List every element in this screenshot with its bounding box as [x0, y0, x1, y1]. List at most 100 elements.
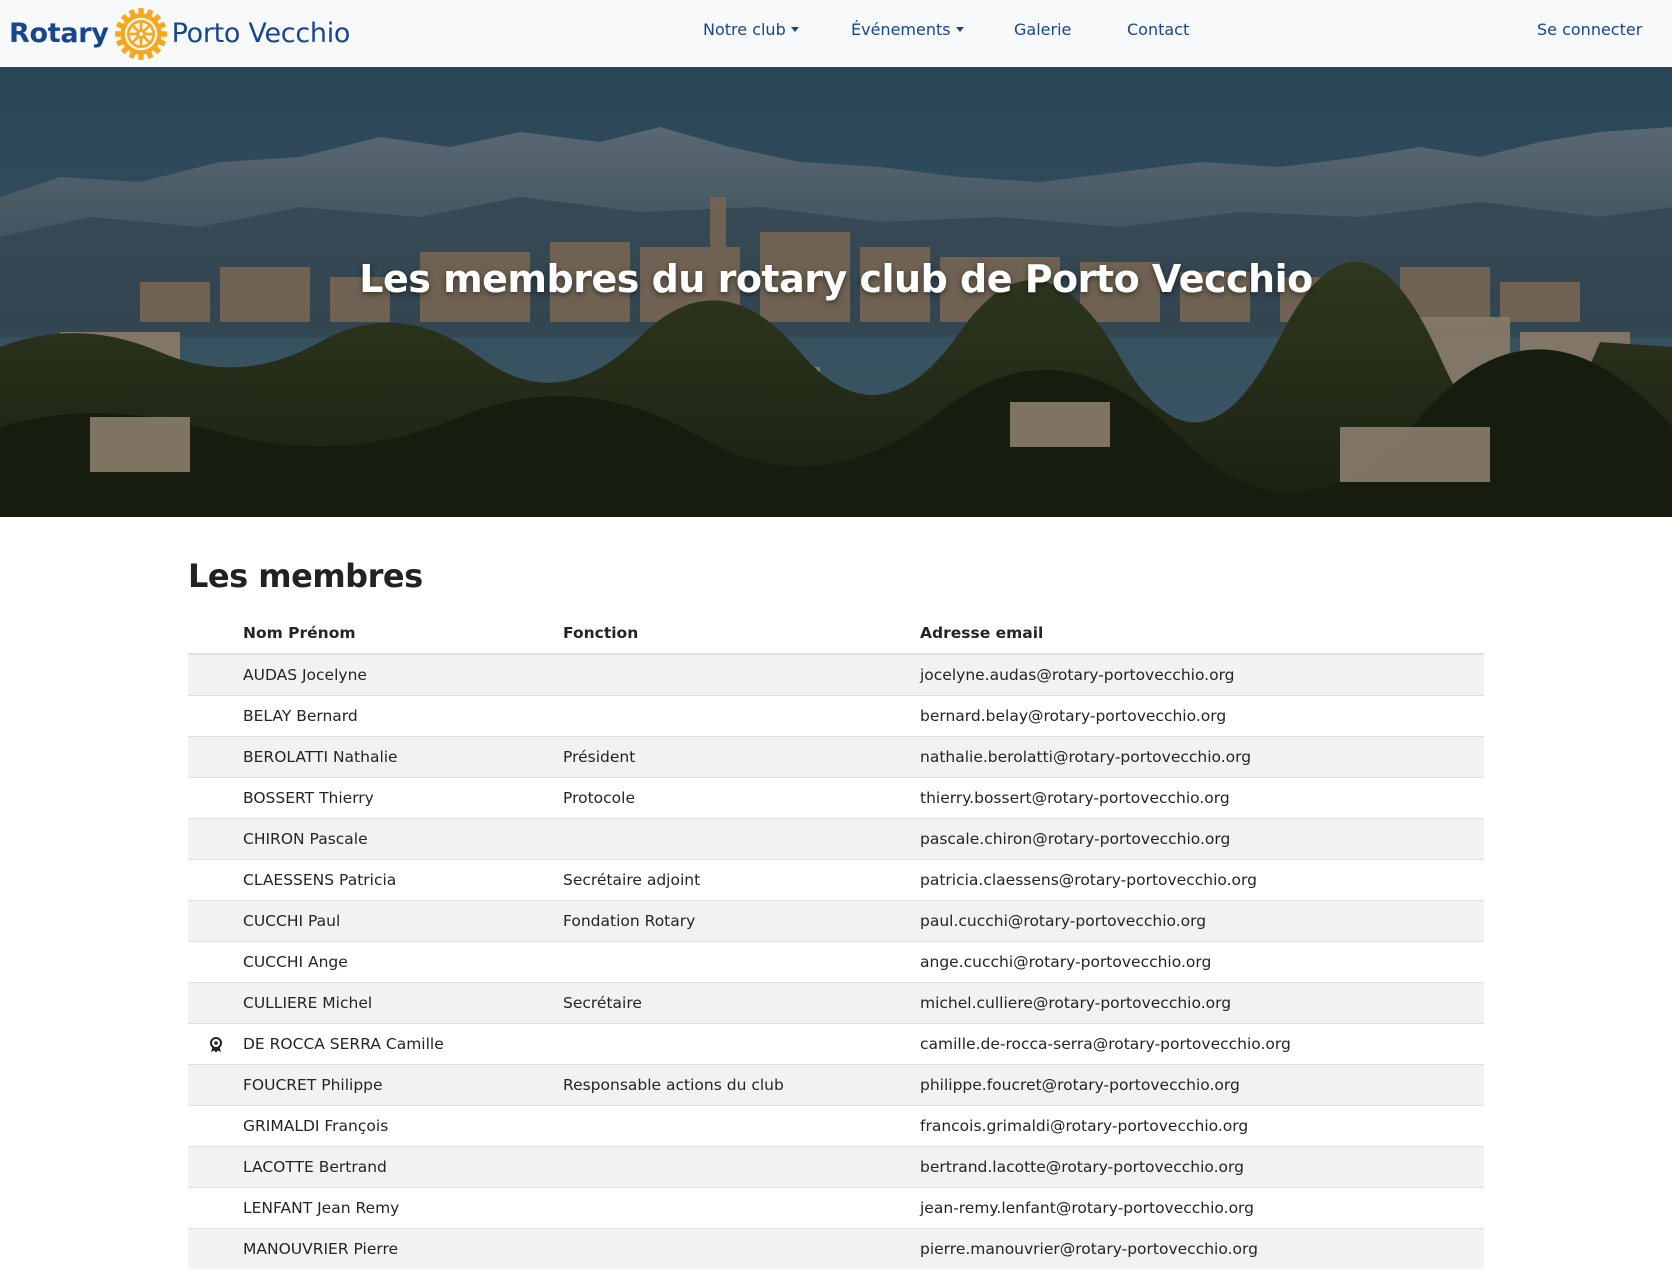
member-email[interactable]: michel.culliere@rotary-portovecchio.org [920, 982, 1484, 1024]
hero-banner: Les membres du rotary club de Porto Vecc… [0, 67, 1672, 517]
table-row: AUDAS Jocelyne jocelyne.audas@rotary-port… [188, 653, 1484, 696]
member-name: AUDAS Jocelyne [243, 653, 563, 696]
header-email: Adresse email [920, 613, 1484, 655]
member-email[interactable]: ange.cucchi@rotary-portovecchio.org [920, 941, 1484, 983]
member-name: MANOUVRIER Pierre [243, 1228, 563, 1269]
member-email[interactable]: patricia.claessens@rotary-portovecchio.o… [920, 859, 1484, 901]
member-role: Protocole [563, 777, 920, 819]
member-role [563, 1187, 920, 1229]
member-email[interactable]: nathalie.berolatti@rotary-portovecchio.o… [920, 736, 1484, 778]
table-row: CULLIERE Michel Secrétaire michel.culliere… [188, 982, 1484, 1024]
member-name: BELAY Bernard [243, 695, 563, 737]
member-email[interactable]: jean-remy.lenfant@rotary-portovecchio.or… [920, 1187, 1484, 1229]
nav-evenements-dropdown[interactable]: Événements [851, 0, 964, 60]
member-name: BOSSERT Thierry [243, 777, 563, 819]
member-role [563, 1023, 920, 1065]
navbar: Rotary Porto Vecchio Notre club Événemen… [0, 0, 1672, 67]
row-icon-cell [188, 695, 243, 737]
row-icon-cell [188, 1228, 243, 1269]
caret-down-icon [790, 27, 799, 32]
member-name: GRIMALDI François [243, 1105, 563, 1147]
member-email[interactable]: francois.grimaldi@rotary-portovecchio.or… [920, 1105, 1484, 1147]
member-role: Secrétaire adjoint [563, 859, 920, 901]
section-title: Les membres [188, 557, 423, 595]
table-row: CUCCHI Paul Fondation Rotary paul.cucchi@r… [188, 900, 1484, 942]
row-icon-cell [188, 1105, 243, 1147]
member-role: Secrétaire [563, 982, 920, 1024]
member-role: Fondation Rotary [563, 900, 920, 942]
brand-club-text: Porto Vecchio [171, 18, 351, 49]
member-role [563, 1146, 920, 1188]
member-role [563, 653, 920, 696]
nav-galerie-link[interactable]: Galerie [1014, 0, 1071, 60]
member-email[interactable]: pascale.chiron@rotary-portovecchio.org [920, 818, 1484, 860]
member-name: CLAESSENS Patricia [243, 859, 563, 901]
member-name: DE ROCCA SERRA Camille [243, 1023, 563, 1065]
rotary-wheel-icon [114, 7, 167, 60]
table-header-row: Nom Prénom Fonction Adresse email [188, 613, 1484, 655]
row-icon-cell [188, 818, 243, 860]
member-email[interactable]: philippe.foucret@rotary-portovecchio.org [920, 1064, 1484, 1106]
member-name: LENFANT Jean Remy [243, 1187, 563, 1229]
nav-notre-club-label: Notre club [703, 20, 786, 39]
member-email[interactable]: thierry.bossert@rotary-portovecchio.org [920, 777, 1484, 819]
table-row: CLAESSENS Patricia Secrétaire adjoint patr… [188, 859, 1484, 901]
member-email[interactable]: bertrand.lacotte@rotary-portovecchio.org [920, 1146, 1484, 1188]
member-name: BEROLATTI Nathalie [243, 736, 563, 778]
header-name: Nom Prénom [243, 613, 563, 655]
table-row: LENFANT Jean Remy jean-remy.lenfant@rotar… [188, 1187, 1484, 1229]
table-row: BEROLATTI Nathalie Président nathalie.bero… [188, 736, 1484, 778]
row-icon-cell [188, 859, 243, 901]
member-email[interactable]: bernard.belay@rotary-portovecchio.org [920, 695, 1484, 737]
member-name: CHIRON Pascale [243, 818, 563, 860]
member-role [563, 941, 920, 983]
table-row: FOUCRET Philippe Responsable actions du c… [188, 1064, 1484, 1106]
row-icon-cell [188, 982, 243, 1024]
caret-down-icon [955, 27, 964, 32]
nav-evenements-label: Événements [851, 20, 951, 39]
login-link[interactable]: Se connecter [1537, 0, 1642, 60]
brand-logo-link[interactable]: Rotary Porto Vecchio [9, 0, 350, 67]
row-icon-cell [188, 736, 243, 778]
award-ribbon-icon [209, 1035, 223, 1053]
nav-contact-label: Contact [1127, 20, 1190, 39]
nav-galerie-label: Galerie [1014, 20, 1072, 39]
header-icon-cell [188, 613, 243, 655]
member-name: CUCCHI Paul [243, 900, 563, 942]
row-icon-cell [188, 900, 243, 942]
member-role [563, 818, 920, 860]
row-icon-cell [188, 1187, 243, 1229]
row-icon-cell [188, 653, 243, 696]
member-email[interactable]: paul.cucchi@rotary-portovecchio.org [920, 900, 1484, 942]
member-email[interactable]: jocelyne.audas@rotary-portovecchio.org [920, 653, 1484, 696]
nav-contact-link[interactable]: Contact [1127, 0, 1189, 60]
member-name: FOUCRET Philippe [243, 1064, 563, 1106]
member-name: CULLIERE Michel [243, 982, 563, 1024]
row-icon-cell [188, 1064, 243, 1106]
table-row: BOSSERT Thierry Protocole thierry.bossert@… [188, 777, 1484, 819]
header-role: Fonction [563, 613, 920, 655]
hero-title: Les membres du rotary club de Porto Vecc… [359, 257, 1313, 301]
table-row: MANOUVRIER Pierre pierre.manouvrier@rotar… [188, 1228, 1484, 1269]
row-icon-cell [188, 1023, 243, 1065]
row-icon-cell [188, 1146, 243, 1188]
login-label: Se connecter [1537, 20, 1643, 39]
table-row: BELAY Bernard bernard.belay@rotary-portov… [188, 695, 1484, 737]
member-email[interactable]: camille.de-rocca-serra@rotary-portovecch… [920, 1023, 1484, 1065]
table-row: DE ROCCA SERRA Camille camille.de-rocca-s… [188, 1023, 1484, 1065]
member-role: Responsable actions du club [563, 1064, 920, 1106]
member-email[interactable]: pierre.manouvrier@rotary-portovecchio.or… [920, 1228, 1484, 1269]
member-name: LACOTTE Bertrand [243, 1146, 563, 1188]
table-row: GRIMALDI François francois.grimaldi@rotar… [188, 1105, 1484, 1147]
member-role: Président [563, 736, 920, 778]
row-icon-cell [188, 941, 243, 983]
members-table: Nom Prénom Fonction Adresse email AUDAS … [188, 613, 1484, 1269]
member-role [563, 1228, 920, 1269]
member-name: CUCCHI Ange [243, 941, 563, 983]
table-row: CUCCHI Ange ange.cucchi@rotary-portovecch… [188, 941, 1484, 983]
table-row: CHIRON Pascale pascale.chiron@rotary-port… [188, 818, 1484, 860]
nav-notre-club-dropdown[interactable]: Notre club [703, 0, 799, 60]
member-role [563, 695, 920, 737]
table-row: LACOTTE Bertrand bertrand.lacotte@rotary-… [188, 1146, 1484, 1188]
brand-rotary-text: Rotary [9, 18, 109, 49]
